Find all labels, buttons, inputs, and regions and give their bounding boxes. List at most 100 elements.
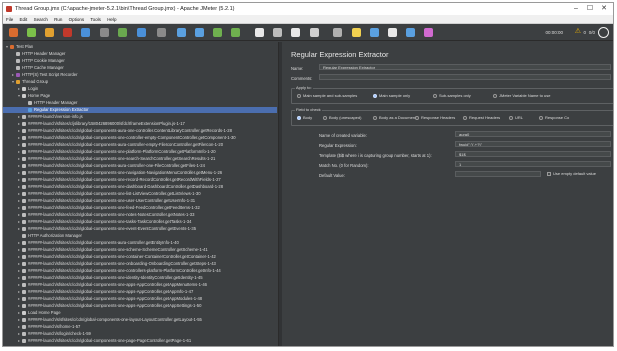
tree-node[interactable]: ▸ ######-launch/sfsites/c/jslibrary/15804… bbox=[3, 121, 277, 127]
toolbar-button-9[interactable] bbox=[157, 28, 166, 37]
field-to-check-radio-4[interactable]: Response Headers bbox=[415, 115, 455, 121]
tree-node[interactable]: ▸ ######-launch/sfsites/c/cdn/global-comp… bbox=[3, 296, 277, 302]
toolbar-button-11[interactable] bbox=[194, 28, 204, 37]
toolbar-button-10[interactable] bbox=[176, 28, 186, 37]
tree-node[interactable]: ▸ ######-launch/version-info.js bbox=[3, 114, 277, 120]
tree-node[interactable]: ▸ ######-launch/sfsites/c/cdn/global-comp… bbox=[3, 170, 277, 176]
tree-node[interactable]: ▸ ######-launch/sfsites/c/cdn/global-comp… bbox=[3, 177, 277, 183]
toolbar-button-3[interactable] bbox=[45, 28, 54, 37]
toolbar-button-1[interactable] bbox=[8, 28, 18, 37]
template-field[interactable]: $1$ bbox=[455, 151, 611, 157]
menu-search[interactable]: Search bbox=[34, 17, 48, 22]
radio-dot[interactable] bbox=[373, 115, 377, 120]
tree-node[interactable]: Regular Expression Extractor bbox=[3, 107, 277, 113]
field-to-check-radio-5[interactable]: Request Headers bbox=[463, 115, 500, 121]
menu-help[interactable]: Help bbox=[107, 17, 116, 22]
tree-node[interactable]: ▸ ######-launch/sfsites/c/cdn/global-comp… bbox=[3, 240, 277, 246]
tree-node[interactable]: ▸ ######-launch/sfsites/c/cdn/global-comp… bbox=[3, 261, 277, 267]
tree-node[interactable]: ▸ HTTP(S) Test Script Recorder bbox=[3, 72, 277, 78]
toolbar-button-15[interactable] bbox=[273, 28, 283, 37]
tree-node[interactable]: ▸ ######-launch/sfsites/c/cdn/global-comp… bbox=[3, 156, 277, 162]
apply-to-radio-4[interactable]: JMeter Variable Name to use bbox=[493, 93, 551, 99]
toolbar-button-17[interactable] bbox=[309, 28, 319, 37]
tree-node[interactable]: HTTP Cookie Manager bbox=[3, 58, 277, 64]
tree-node[interactable]: ▸ ######-launch/sfsites/c/cdn/global-comp… bbox=[3, 198, 277, 204]
checkbox-box[interactable] bbox=[547, 171, 551, 176]
toolbar-button-12[interactable] bbox=[213, 28, 222, 37]
radio-dot[interactable] bbox=[373, 93, 377, 98]
toolbar-button-13[interactable] bbox=[231, 28, 241, 37]
tree-node[interactable]: HTTP Header Manager bbox=[3, 51, 277, 57]
menu-tools[interactable]: Tools bbox=[90, 17, 101, 22]
pane-splitter[interactable] bbox=[278, 42, 282, 346]
match-no-field[interactable]: 1 bbox=[455, 161, 611, 167]
tree-node[interactable]: ▸ ######-launch/sfsites/c/cdn/global-comp… bbox=[3, 275, 277, 281]
toolbar-button-4[interactable] bbox=[63, 28, 73, 37]
tree-node[interactable]: ▸ ######-launch/sfsites/c/cdn/global-comp… bbox=[3, 205, 277, 211]
remote-globe-icon[interactable] bbox=[598, 27, 609, 38]
tree-node[interactable]: ▸ ######-launch/s/sfsites/c/cdn/global-co… bbox=[3, 317, 277, 323]
regex-field[interactable]: fwuid":"(.+?)" bbox=[455, 141, 611, 147]
radio-dot[interactable] bbox=[415, 115, 419, 120]
maximize-button[interactable]: ☐ bbox=[583, 3, 597, 15]
toolbar-button-19[interactable] bbox=[351, 28, 361, 37]
warning-icon[interactable]: ⚠ bbox=[575, 27, 581, 37]
toolbar-button-18[interactable] bbox=[333, 28, 343, 37]
toolbar-button-2[interactable] bbox=[26, 28, 36, 37]
tree-node[interactable]: ▸ Login bbox=[3, 86, 277, 92]
toolbar-button-6[interactable] bbox=[99, 28, 109, 37]
tree-node[interactable]: ▸ ######-launch/sfsites/c/cdn/global-comp… bbox=[3, 338, 277, 344]
toolbar-button-21[interactable] bbox=[388, 28, 397, 37]
toolbar-button-14[interactable] bbox=[255, 28, 264, 37]
toolbar-button-7[interactable] bbox=[117, 28, 127, 37]
tree-node[interactable]: ▾ Test Plan bbox=[3, 44, 277, 50]
tree-node[interactable]: ▸ ######-launch/sfsites/c/cdn/global-comp… bbox=[3, 303, 277, 309]
toolbar-button-22[interactable] bbox=[406, 28, 416, 37]
tree-node[interactable]: ▸ ######-launch/sfsites/c/cdn/global-comp… bbox=[3, 128, 277, 134]
comments-field[interactable] bbox=[319, 74, 611, 80]
radio-dot[interactable] bbox=[509, 115, 513, 120]
tree-node[interactable]: ▸ ######-launch/s/login/check-1-59 bbox=[3, 331, 277, 337]
tree-node[interactable]: ▸ ######-launch/sfsites/c/cdn/global-comp… bbox=[3, 142, 277, 148]
tree-node[interactable]: ▸ ######-launch/sfsites/c/cdn/global-comp… bbox=[3, 219, 277, 225]
tree-node[interactable]: ▾ Thread Group bbox=[3, 79, 277, 85]
radio-dot[interactable] bbox=[433, 93, 437, 98]
tree-node[interactable]: HTTP Header Manager bbox=[3, 100, 277, 106]
name-field[interactable]: Regular Expression Extractor bbox=[319, 64, 611, 70]
field-to-check-radio-1[interactable]: Body bbox=[297, 115, 312, 121]
field-to-check-radio-2[interactable]: Body (unescaped) bbox=[323, 115, 361, 121]
field-to-check-radio-3[interactable]: Body as a Document bbox=[373, 115, 416, 121]
minimize-button[interactable]: – bbox=[569, 3, 583, 15]
tree-node[interactable]: ▾ Home Page bbox=[3, 93, 277, 99]
toolbar-button-20[interactable] bbox=[369, 28, 379, 37]
radio-dot[interactable] bbox=[463, 115, 467, 120]
default-value-field[interactable] bbox=[455, 171, 541, 177]
tree-node[interactable]: ▸ ######-launch/sfsites/c/cdn/global-comp… bbox=[3, 226, 277, 232]
apply-to-radio-3[interactable]: Sub-samples only bbox=[433, 93, 471, 99]
use-empty-default-checkbox[interactable]: Use empty default value bbox=[547, 171, 596, 177]
radio-dot[interactable] bbox=[297, 115, 301, 120]
tree-node[interactable]: HTTP Cache Manager bbox=[3, 65, 277, 71]
field-to-check-radio-7[interactable]: Response Co bbox=[539, 115, 569, 121]
menu-options[interactable]: Options bbox=[69, 17, 85, 22]
apply-to-radio-1[interactable]: Main sample and sub-samples bbox=[297, 93, 357, 99]
tree-node[interactable]: ▸ ######-launch/sfsites/c/cdn/global-comp… bbox=[3, 247, 277, 253]
menu-file[interactable]: File bbox=[6, 17, 13, 22]
tree-node[interactable]: ▸ ######-launch/sfsites/c/cdn/global-comp… bbox=[3, 135, 277, 141]
tree-node[interactable]: ▸ ######-launch/sfsites/c/cdn/global-comp… bbox=[3, 254, 277, 260]
apply-to-radio-2[interactable]: Main sample only bbox=[373, 93, 410, 99]
tree-node[interactable]: ▸ ######-launch/sfsites/c/cdn/global-comp… bbox=[3, 163, 277, 169]
tree-node[interactable]: ▸ ######-launch/sfsites/c/cdn/global-comp… bbox=[3, 191, 277, 197]
toolbar-button-23[interactable] bbox=[424, 28, 434, 37]
menu-edit[interactable]: Edit bbox=[20, 17, 28, 22]
tree-node[interactable]: ▸ ######-launch/sfsites/c/cdn/global-comp… bbox=[3, 289, 277, 295]
menu-run[interactable]: Run bbox=[54, 17, 62, 22]
radio-dot[interactable] bbox=[539, 115, 543, 120]
tree-node[interactable]: ▸ ######-launch/sfsites/c/cdn/global-comp… bbox=[3, 212, 277, 218]
tree-node[interactable]: ▸ ######-launch/sfsites/c/cdn/global-comp… bbox=[3, 149, 277, 155]
close-button[interactable]: ✕ bbox=[597, 3, 611, 15]
toolbar-button-8[interactable] bbox=[137, 28, 147, 37]
tree-node[interactable]: ▸ Load Home Page bbox=[3, 310, 277, 316]
tree-node[interactable]: ▸ ######-launch/sfsites/c/cdn/global-comp… bbox=[3, 184, 277, 190]
tree-node[interactable]: ▸ ######-launch/s/home-1-57 bbox=[3, 324, 277, 330]
